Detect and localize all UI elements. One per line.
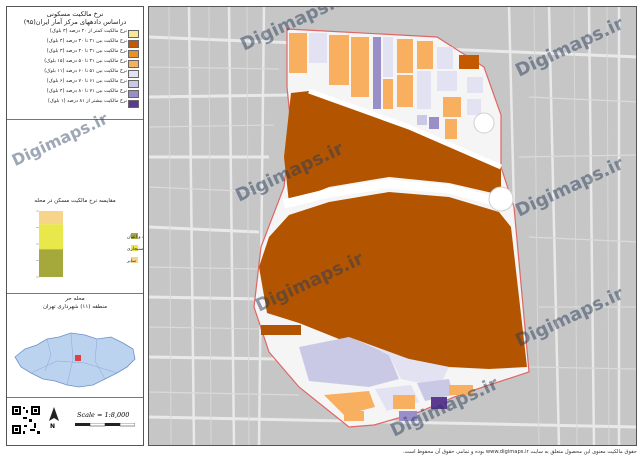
legend-label: نرخ مالکیت بین ۳۱ تا ۴۰ درصد (۳ بلوک) <box>46 49 127 54</box>
block[interactable] <box>383 37 393 77</box>
map-canvas[interactable]: Digimaps.ir Digimaps.ir Digimaps.ir Digi… <box>148 6 637 446</box>
roundabout <box>473 112 495 134</box>
bar-segment <box>39 224 63 250</box>
legend-swatch <box>128 50 139 58</box>
legend-item: نرخ مالکیت بین ۵۱ تا ۶۰ درصد (۱۱ بلوک) <box>11 69 141 78</box>
footer-copyright: حقوق مالکیت معنوی این محصول متعلق به سای… <box>403 449 637 455</box>
scale-bar <box>75 423 135 427</box>
block[interactable] <box>429 117 439 129</box>
legend-swatch <box>128 60 139 68</box>
legend-swatch <box>128 40 139 48</box>
legend-item: نرخ مالکیت بین ۳۱ تا ۴۰ درصد (۳ بلوک) <box>11 49 141 58</box>
qr-code-icon <box>11 405 41 435</box>
block[interactable] <box>467 77 483 93</box>
chart-legend-label: مالک عرصه و اعیان <box>127 234 143 240</box>
bar-chart: مالک عرصه و اعیان رهن استیجاری سایر <box>36 210 143 278</box>
legend-label: نرخ مالکیت بین ۴۱ تا ۵۰ درصد (۱۵ بلوک) <box>44 59 127 64</box>
block[interactable] <box>329 35 349 85</box>
legend-swatch <box>128 90 139 98</box>
legend-swatch <box>128 80 139 88</box>
legend-swatch <box>128 70 139 78</box>
legend-label: نرخ مالکیت بیشتر از ۸۱ درصد (۱ بلوک) <box>47 99 127 104</box>
legend-label: نرخ مالکیت بین ۶۱ تا ۷۰ درصد (۶ بلوک) <box>46 79 127 84</box>
block[interactable] <box>467 99 481 115</box>
legend-item: نرخ مالکیت بین ۷۱ تا ۸۰ درصد (۴ بلوک) <box>11 89 141 98</box>
map-svg[interactable]: Digimaps.ir Digimaps.ir Digimaps.ir Digi… <box>149 7 637 446</box>
block[interactable] <box>417 115 427 125</box>
block[interactable] <box>289 33 307 73</box>
block[interactable] <box>417 41 433 69</box>
chart-legend-label: رهن استیجاری <box>127 247 143 252</box>
legend-swatch <box>128 100 139 108</box>
legend-item: نرخ مالکیت بین ۴۱ تا ۵۰ درصد (۱۵ بلوک) <box>11 59 141 68</box>
block[interactable] <box>437 71 457 91</box>
block[interactable] <box>443 97 461 117</box>
neighborhood-name: محله حر <box>65 296 85 302</box>
block[interactable] <box>261 325 301 335</box>
block[interactable] <box>344 411 364 421</box>
block[interactable] <box>397 39 413 73</box>
chart-title: مقایسه نرخ مالکیت مسکن در محله <box>34 198 116 204</box>
info-section: N Scale = 1:8,000 <box>7 397 143 445</box>
location-section: محله حر منطقه (۱۱) شهرداری تهران <box>7 293 143 398</box>
scale-text: Scale = 1:8,000 <box>77 411 130 419</box>
roundabout <box>488 186 514 212</box>
locator-map <box>7 315 143 395</box>
bar-segment <box>39 211 63 225</box>
legend-subtitle: دراساس دادههای مرکز آمار ایران(۹۵) <box>23 18 127 26</box>
legend-panel: نرخ مالکیت مسکونی دراساس دادههای مرکز آم… <box>6 6 144 446</box>
block[interactable] <box>437 47 453 69</box>
chart-legend-label: سایر <box>126 259 136 264</box>
bar-segment <box>39 249 63 277</box>
legend-item: نرخ مالکیت کمتر از ۲۰ درصد (۳ بلوک) <box>11 29 141 38</box>
block[interactable] <box>309 33 327 63</box>
map-sheet: نرخ مالکیت مسکونی دراساس دادههای مرکز آم… <box>0 0 643 461</box>
legend-label: نرخ مالکیت بین ۷۱ تا ۸۰ درصد (۴ بلوک) <box>46 89 127 94</box>
block[interactable] <box>383 79 393 109</box>
block[interactable] <box>397 75 413 107</box>
legend-item: نرخ مالکیت بین ۶۱ تا ۷۰ درصد (۶ بلوک) <box>11 79 141 88</box>
block[interactable] <box>445 119 457 139</box>
district-name: منطقه (۱۱) شهرداری تهران <box>42 304 108 310</box>
north-label: N <box>50 423 56 430</box>
legend-title: نرخ مالکیت مسکونی <box>46 10 104 18</box>
legend-label: نرخ مالکیت کمتر از ۲۰ درصد (۳ بلوک) <box>49 29 127 34</box>
block[interactable] <box>351 37 369 97</box>
block[interactable] <box>459 55 479 69</box>
legend-section: نرخ مالکیت مسکونی دراساس دادههای مرکز آم… <box>7 7 143 120</box>
neighborhood-marker <box>75 355 81 361</box>
block[interactable] <box>393 395 415 409</box>
legend-label: نرخ مالکیت بین ۵۱ تا ۶۰ درصد (۱۱ بلوک) <box>44 69 127 74</box>
block[interactable] <box>417 71 431 109</box>
block[interactable] <box>373 37 381 109</box>
legend-item: نرخ مالکیت بین ۲۱ تا ۳۰ درصد (۴ بلوک) <box>11 39 141 48</box>
legend-label: نرخ مالکیت بین ۲۱ تا ۳۰ درصد (۴ بلوک) <box>46 39 127 44</box>
legend-item: نرخ مالکیت بیشتر از ۸۱ درصد (۱ بلوک) <box>11 99 141 108</box>
legend-swatch <box>128 30 139 38</box>
